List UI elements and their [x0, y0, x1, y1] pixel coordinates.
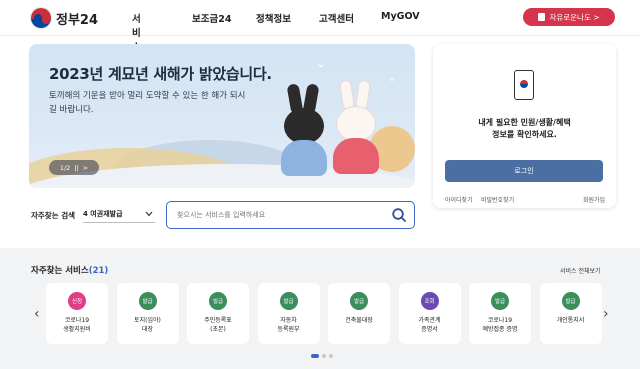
nav-mygov[interactable]: MyGOV: [381, 11, 420, 22]
view-all-services-link[interactable]: 서비스 전체보기: [560, 266, 601, 275]
signup-link[interactable]: 회원가입: [583, 195, 605, 204]
taegeuk-icon: [30, 7, 52, 29]
service-badge: 발급: [350, 292, 368, 310]
login-button[interactable]: 로그인: [445, 160, 603, 182]
banner-pager: 1/2 || >: [49, 160, 99, 175]
service-name: 주민등록표 (초본): [204, 317, 232, 333]
select-value: 4 여권재발급: [83, 209, 123, 218]
search-box: [166, 201, 415, 229]
cta-button[interactable]: 자유로운나도 >: [523, 8, 615, 26]
next-arrow-icon[interactable]: ›: [603, 306, 609, 322]
bird-icon: ⌄: [387, 70, 398, 84]
service-name: 코로나19 생활지원비: [63, 317, 91, 333]
carousel-dots: [311, 354, 333, 358]
service-badge: 발급: [138, 292, 157, 310]
chevron-down-icon: [145, 211, 153, 216]
prev-arrow-icon[interactable]: ‹: [34, 306, 40, 322]
login-message-line1: 내게 필요한 민원/생활/혜택: [478, 118, 571, 127]
search-input[interactable]: [177, 211, 387, 219]
nav-customer-center[interactable]: 고객센터: [319, 11, 354, 25]
service-name: 가족관계 증명서: [418, 317, 441, 333]
banner-title: 2023년 계묘년 새해가 밝았습니다.: [49, 65, 272, 83]
service-badge: 발급: [279, 292, 298, 310]
frequent-search-label: 자주찾는 검색: [31, 211, 76, 220]
service-badge: 발급: [491, 292, 509, 310]
pause-icon[interactable]: ||: [74, 164, 78, 172]
service-name: 건축물대장: [345, 317, 373, 324]
gov24-logo[interactable]: 정부24: [30, 7, 98, 29]
main-banner[interactable]: ⌄ ⌄ 2023년 계묘년 새해가 밝았습니다. 토끼해의 기운을 받아 멀리 …: [29, 44, 415, 188]
frequent-services-section: 자주찾는 서비스(21) 서비스 전체보기 ‹ › 신청 코로나19 생활지원비 발…: [0, 248, 640, 369]
service-name: 자동차 등록원부: [277, 317, 300, 333]
carousel-dot[interactable]: [322, 354, 326, 358]
services-count: (21): [88, 266, 109, 276]
service-badge: 신청: [68, 292, 86, 310]
services-title: 자주찾는 서비스(21): [31, 264, 108, 276]
service-badge: 조회: [420, 292, 439, 310]
service-card[interactable]: 발급건축물대장: [328, 283, 390, 344]
services-title-text: 자주찾는 서비스: [31, 266, 89, 276]
service-name: 토지(임야) 대장: [134, 317, 161, 333]
nav-policy-info[interactable]: 정책정보: [256, 11, 291, 25]
login-message-line2: 정보를 확인하세요.: [492, 130, 557, 139]
service-name: 코로나19 예방접종 증명: [482, 317, 518, 333]
service-badge: 발급: [561, 292, 580, 310]
service-card[interactable]: 발급토지(임야) 대장: [116, 283, 179, 344]
carousel-dot[interactable]: [311, 354, 319, 358]
carousel-dot[interactable]: [329, 354, 333, 358]
service-card[interactable]: 신청코로나19 생활지원비: [46, 283, 108, 344]
bird-icon: ⌄: [316, 56, 327, 70]
mobile-phone-icon: [514, 70, 534, 100]
login-card: 내게 필요한 민원/생활/혜택 정보를 확인하세요. 로그인 아이디찾기 비밀번…: [433, 44, 616, 208]
cta-label: 자유로운나도 >: [549, 12, 600, 22]
black-rabbit-illustration: [279, 83, 329, 184]
service-card[interactable]: 조회가족관계 증명서: [398, 283, 461, 344]
service-card[interactable]: 발급개인통지서: [539, 283, 602, 344]
service-card[interactable]: 발급주민등록표 (초본): [187, 283, 249, 344]
service-card[interactable]: 발급코로나19 예방접종 증명: [469, 283, 531, 344]
service-badge: 발급: [209, 292, 227, 310]
login-message: 내게 필요한 민원/생활/혜택 정보를 확인하세요.: [433, 117, 616, 141]
service-name: 개인통지서: [556, 317, 585, 324]
white-rabbit-illustration: [329, 79, 383, 184]
top-header: 정부24 서비스 보조금24 정책정보 고객센터 MyGOV 자유로운나도 >: [0, 0, 640, 53]
frequent-search-select[interactable]: 4 여권재발급: [83, 205, 155, 223]
bookmark-icon: [538, 13, 546, 21]
search-icon[interactable]: [391, 207, 407, 223]
pager-count: 1/2: [59, 163, 71, 172]
find-id-link[interactable]: 아이디찾기: [445, 195, 473, 204]
service-card[interactable]: 발급자동차 등록원부: [257, 283, 320, 344]
nav-subsidy24[interactable]: 보조금24: [192, 11, 231, 25]
next-slide-icon[interactable]: >: [83, 164, 88, 172]
find-password-link[interactable]: 비밀번호찾기: [481, 195, 514, 204]
logo-text: 정부24: [56, 12, 99, 28]
banner-subtitle: 토끼해의 기운을 받아 멀리 도약할 수 있는 한 해가 되시길 바랍니다.: [49, 91, 246, 115]
